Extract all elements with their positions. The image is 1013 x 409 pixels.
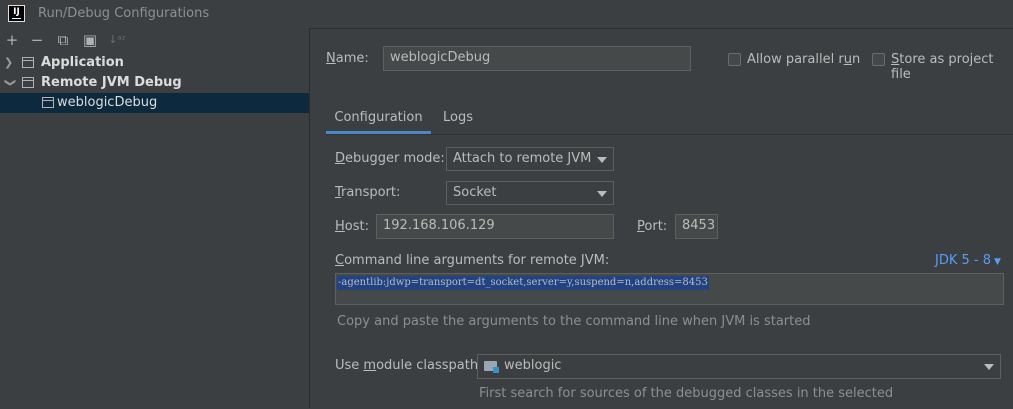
remote-debug-icon bbox=[42, 97, 54, 108]
application-icon bbox=[22, 57, 34, 68]
command-line-args-field[interactable]: -agentlib:jdwp=transport=dt_socket,serve… bbox=[335, 273, 1004, 305]
chevron-right-icon[interactable]: ❯ bbox=[4, 53, 14, 73]
module-classpath-hint: First search for sources of the debugged… bbox=[479, 386, 894, 401]
name-field[interactable]: weblogicDebug bbox=[383, 46, 691, 71]
allow-parallel-run-label: Allow parallel run bbox=[747, 52, 861, 67]
intellij-logo-icon: IJ bbox=[8, 5, 25, 22]
transport-select[interactable]: Socket bbox=[446, 181, 614, 205]
tree-item-label: Remote JVM Debug bbox=[41, 75, 182, 90]
new-folder-icon[interactable]: ▣ bbox=[82, 31, 98, 49]
tree-item-application[interactable]: ❯ Application bbox=[0, 53, 309, 73]
module-folder-icon bbox=[484, 361, 499, 373]
debugger-mode-select[interactable]: Attach to remote JVM bbox=[446, 147, 614, 171]
jdk-version-link[interactable]: JDK 5 - 8 ▼ bbox=[935, 253, 1001, 268]
window-title: Run/Debug Configurations bbox=[38, 6, 210, 21]
store-as-project-file-label: Store as project file bbox=[891, 52, 994, 82]
debugger-mode-label: Debugger mode: bbox=[335, 151, 445, 166]
tree-item-label: Application bbox=[41, 55, 124, 70]
remote-debug-icon bbox=[22, 77, 34, 88]
command-line-label: Command line arguments for remote JVM: bbox=[335, 253, 610, 268]
host-field[interactable]: 192.168.106.129 bbox=[376, 214, 614, 239]
port-field[interactable]: 8453 bbox=[675, 214, 718, 239]
copy-icon[interactable]: ⧉ bbox=[55, 31, 71, 49]
host-label: Host: bbox=[335, 219, 369, 234]
port-label: Port: bbox=[637, 219, 668, 234]
command-line-hint: Copy and paste the arguments to the comm… bbox=[337, 314, 811, 329]
dropdown-arrow-icon bbox=[984, 364, 994, 370]
dropdown-arrow-icon bbox=[597, 157, 607, 163]
sort-icon[interactable]: ↓ᵃᶻ bbox=[106, 31, 128, 49]
transport-label: Transport: bbox=[335, 185, 401, 200]
tab-logs[interactable]: Logs bbox=[433, 102, 483, 134]
remove-icon[interactable]: − bbox=[29, 31, 45, 49]
tree-item-remote-jvm-debug[interactable]: ❯ Remote JVM Debug bbox=[0, 73, 309, 93]
chevron-down-icon[interactable]: ❯ bbox=[0, 78, 20, 88]
tree-item-label: weblogicDebug bbox=[57, 95, 158, 110]
chevron-down-icon: ▼ bbox=[994, 257, 1001, 267]
store-as-project-file-checkbox[interactable] bbox=[872, 53, 885, 66]
allow-parallel-run-checkbox[interactable] bbox=[728, 53, 741, 66]
command-line-args-text: -agentlib:jdwp=transport=dt_socket,serve… bbox=[337, 276, 709, 290]
module-classpath-label: Use module classpath: bbox=[335, 358, 483, 373]
tab-configuration[interactable]: Configuration bbox=[326, 102, 431, 134]
dropdown-arrow-icon bbox=[597, 191, 607, 197]
tree-item-weblogicdebug[interactable]: weblogicDebug bbox=[0, 93, 309, 113]
module-classpath-select[interactable]: weblogic bbox=[477, 354, 1001, 379]
add-icon[interactable]: + bbox=[4, 31, 20, 49]
name-label: Name: bbox=[326, 51, 369, 66]
